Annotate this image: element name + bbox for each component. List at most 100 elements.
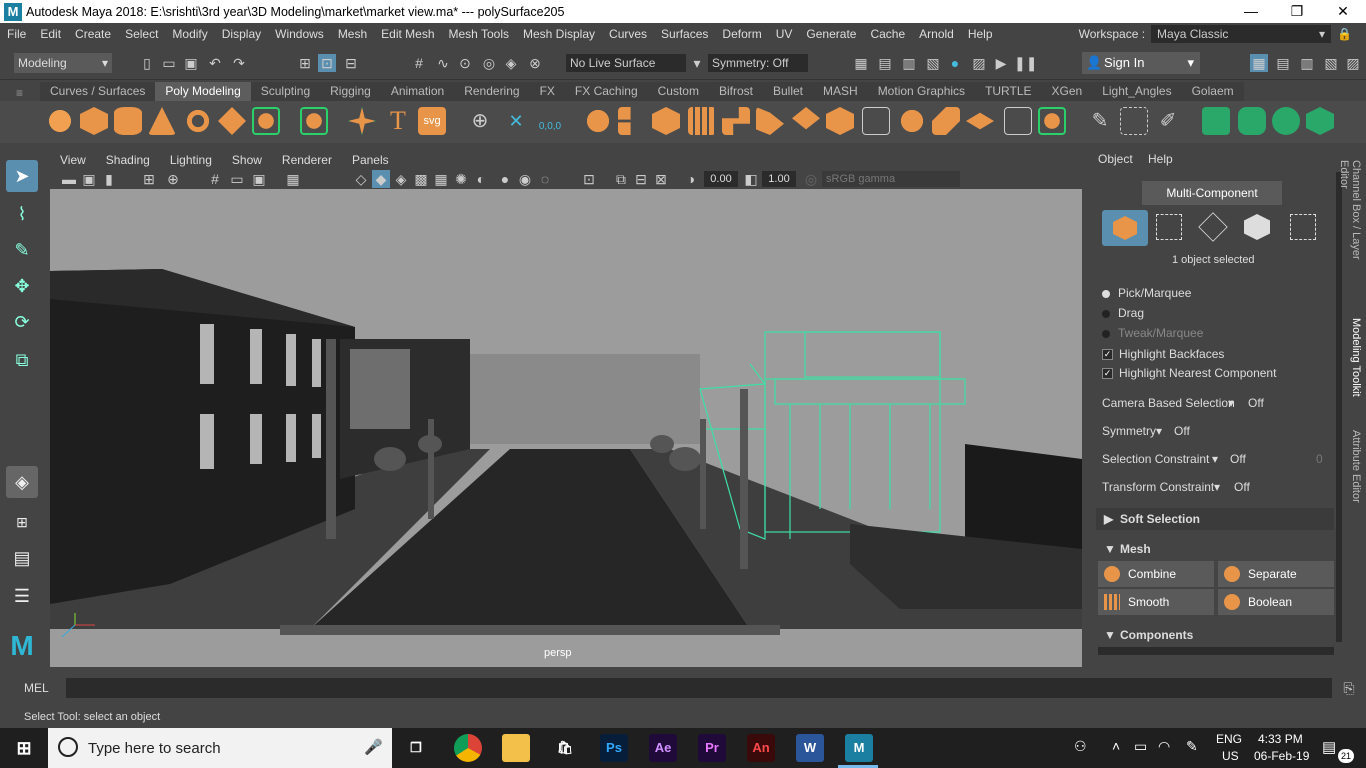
snap-point-icon[interactable]: ⊙ — [456, 54, 474, 72]
screen-space-ao-icon[interactable]: ● — [496, 170, 514, 188]
tab-sculpting[interactable]: Sculpting — [250, 82, 321, 101]
bookmark-icon[interactable]: ▮ — [100, 170, 118, 188]
chevron-down-icon[interactable]: ▾ — [1228, 396, 1234, 410]
separate-icon[interactable] — [618, 107, 631, 135]
vertex-mode-icon[interactable] — [1156, 214, 1182, 240]
xray-active-icon[interactable]: ⊟ — [632, 170, 650, 188]
select-object-icon[interactable]: ⊡ — [318, 54, 336, 72]
notifications-icon[interactable]: ▤ — [1322, 738, 1336, 756]
pen-icon[interactable]: ✎ — [1186, 738, 1198, 755]
menu-help[interactable]: Help — [961, 27, 1000, 41]
menu-create[interactable]: Create — [68, 27, 118, 41]
live-surface-field[interactable]: No Live Surface — [566, 54, 686, 72]
paint-select-tool-icon[interactable]: ✎ — [6, 234, 38, 266]
poly-plane-icon[interactable] — [218, 107, 246, 135]
rotate-tool-icon[interactable]: ⟳ — [6, 306, 38, 338]
motion-blur-icon[interactable]: ◉ — [516, 170, 534, 188]
single-perspective-layout-icon[interactable]: ◈ — [6, 466, 38, 498]
snap-live-icon[interactable]: ⊗ — [526, 54, 544, 72]
store-icon[interactable]: 🛍 — [551, 734, 579, 762]
2d-pan-zoom-icon[interactable]: ⊕ — [164, 170, 182, 188]
sculpt-icon[interactable]: ✎ — [1086, 107, 1114, 135]
view-transform-dropdown[interactable]: sRGB gamma — [822, 171, 960, 187]
tab-rigging[interactable]: Rigging — [320, 82, 381, 101]
tab-motion-graphics[interactable]: Motion Graphics — [867, 82, 976, 101]
tab-custom[interactable]: Custom — [647, 82, 709, 101]
file-explorer-icon[interactable] — [502, 734, 530, 762]
smooth-button[interactable]: Smooth — [1098, 589, 1214, 615]
premiere-icon[interactable]: Pr — [698, 734, 726, 762]
menu-mesh[interactable]: Mesh — [331, 27, 374, 41]
exposure-icon[interactable]: ◑ — [682, 170, 700, 188]
menu-generate[interactable]: Generate — [799, 27, 863, 41]
anti-aliasing-icon[interactable]: ◌ — [536, 170, 554, 188]
frame-selection-icon[interactable]: ⊠ — [652, 170, 670, 188]
command-input[interactable] — [66, 678, 1332, 698]
new-scene-icon[interactable]: ▯ — [138, 54, 156, 72]
chevron-down-icon[interactable]: ▾ — [688, 54, 706, 72]
tab-rendering[interactable]: Rendering — [454, 82, 530, 101]
symmetry-field[interactable]: Symmetry: Off — [708, 54, 808, 72]
shadows-icon[interactable]: ◐ — [472, 170, 490, 188]
color-management-icon[interactable]: ◎ — [802, 170, 820, 188]
viewport-menu-view[interactable]: View — [50, 153, 96, 167]
channel-box-toggle-icon[interactable]: ▧ — [1322, 54, 1340, 72]
mesh-section[interactable]: ▼ Mesh — [1096, 538, 1334, 560]
viewport-menu-shading[interactable]: Shading — [96, 153, 160, 167]
selection-constraint-field[interactable]: 0 — [1316, 452, 1323, 466]
tab-poly-modeling[interactable]: Poly Modeling — [155, 82, 251, 101]
menu-uv[interactable]: UV — [769, 27, 800, 41]
clock-time[interactable]: 4:33 PM — [1258, 732, 1303, 746]
task-view-icon[interactable]: ❐ — [402, 734, 430, 762]
tab-light-angles[interactable]: Light_Angles — [1092, 82, 1182, 101]
uv-cylindrical-icon[interactable] — [1238, 107, 1266, 135]
combine-button[interactable]: Combine — [1098, 561, 1214, 587]
center-pivot-icon[interactable]: ⊕ — [466, 107, 494, 135]
save-scene-icon[interactable]: ▣ — [182, 54, 200, 72]
arnold-render-icon[interactable]: ▨ — [970, 54, 988, 72]
target-weld-icon[interactable] — [898, 107, 926, 135]
photoshop-icon[interactable]: Ps — [600, 734, 628, 762]
uv-mode-icon[interactable] — [1290, 214, 1316, 240]
after-effects-icon[interactable]: Ae — [649, 734, 677, 762]
chevron-up-icon[interactable]: ˄ — [1112, 738, 1120, 754]
viewport-menu-renderer[interactable]: Renderer — [272, 153, 342, 167]
insert-edge-loop-icon[interactable] — [1004, 107, 1032, 135]
poly-cylinder-icon[interactable] — [114, 107, 142, 135]
tab-fx[interactable]: FX — [529, 82, 565, 101]
grid-icon[interactable]: # — [206, 170, 224, 188]
command-language-label[interactable]: MEL — [24, 681, 49, 695]
face-mode-icon[interactable] — [1244, 214, 1270, 240]
menu-file[interactable]: File — [0, 27, 33, 41]
poly-sphere-icon[interactable] — [46, 107, 74, 135]
chevron-down-icon[interactable]: ▾ — [1214, 480, 1220, 494]
four-view-layout-icon[interactable]: ⊞ — [6, 506, 38, 538]
tab-animation[interactable]: Animation — [380, 82, 455, 101]
menu-deform[interactable]: Deform — [715, 27, 768, 41]
gamma-icon[interactable]: ◧ — [742, 170, 760, 188]
poly-torus-icon[interactable] — [184, 107, 212, 135]
uv-automatic-icon[interactable] — [1306, 107, 1334, 135]
poly-cube-icon[interactable] — [80, 107, 108, 135]
film-gate-icon[interactable]: ▭ — [228, 170, 246, 188]
clock-date[interactable]: 06-Feb-19 — [1254, 749, 1309, 763]
lasso-tool-icon[interactable]: ⌇ — [6, 198, 38, 230]
super-shape-icon[interactable] — [348, 107, 376, 135]
menu-cache[interactable]: Cache — [863, 27, 912, 41]
select-tool-icon[interactable]: ➤ — [6, 160, 38, 192]
smooth-shade-icon[interactable]: ◆ — [372, 170, 390, 188]
menu-curves[interactable]: Curves — [602, 27, 654, 41]
soft-selection-section[interactable]: ▶ Soft Selection — [1096, 508, 1334, 530]
maximize-button[interactable]: ❐ — [1274, 0, 1320, 23]
render-settings-icon[interactable]: ▧ — [924, 54, 942, 72]
object-mode-button[interactable] — [1102, 210, 1148, 246]
minimize-button[interactable]: — — [1228, 0, 1274, 23]
viewport-menu-show[interactable]: Show — [222, 153, 272, 167]
edge-mode-icon[interactable] — [1198, 212, 1228, 242]
open-scene-icon[interactable]: ▭ — [160, 54, 178, 72]
highlight-nearest-checkbox[interactable]: ✓ Highlight Nearest Component — [1102, 366, 1276, 380]
two-view-layout-icon[interactable]: ▤ — [6, 542, 38, 574]
tab-curves-surfaces[interactable]: Curves / Surfaces — [40, 82, 156, 101]
word-icon[interactable]: W — [796, 734, 824, 762]
language-label[interactable]: ENG — [1216, 732, 1242, 746]
